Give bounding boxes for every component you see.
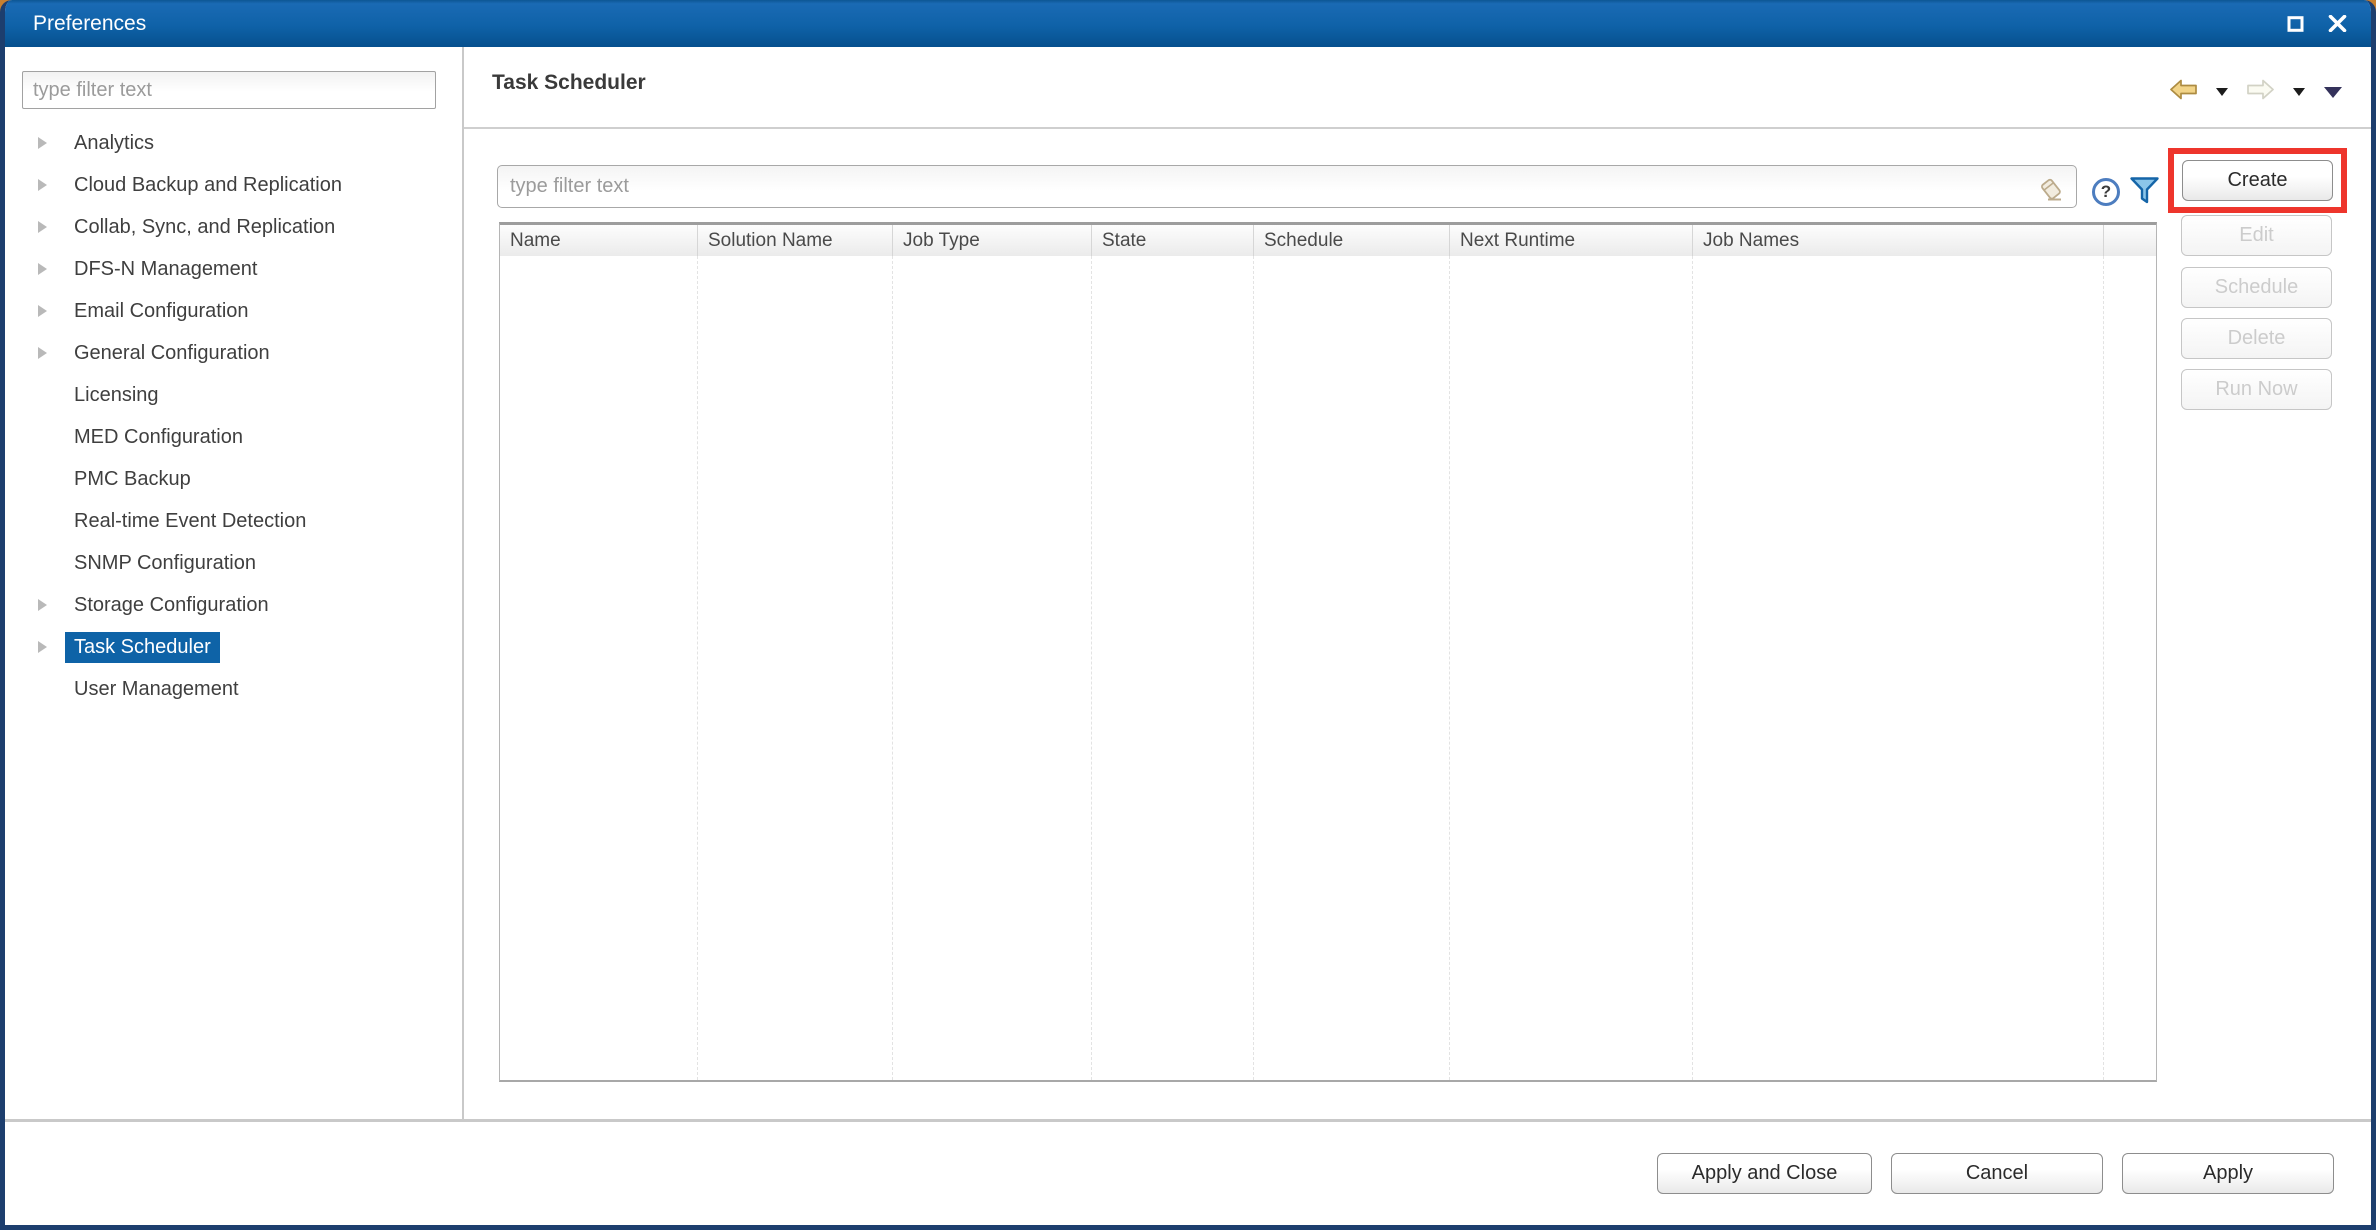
apply-and-close-button[interactable]: Apply and Close xyxy=(1657,1153,1872,1194)
close-icon[interactable] xyxy=(2328,15,2347,32)
back-history-dropdown-icon[interactable] xyxy=(2216,88,2228,96)
edit-button[interactable]: Edit xyxy=(2181,215,2332,256)
column-header-job-names[interactable]: Job Names xyxy=(1693,225,2104,256)
sidebar-item-licensing[interactable]: Licensing xyxy=(5,374,462,416)
expand-arrow-icon[interactable] xyxy=(38,641,47,653)
delete-button[interactable]: Delete xyxy=(2181,318,2332,359)
expand-arrow-icon[interactable] xyxy=(38,599,47,611)
create-button[interactable]: Create xyxy=(2182,160,2333,201)
preferences-tree: Analytics Cloud Backup and Replication C… xyxy=(5,122,462,710)
sidebar-item-snmp-configuration[interactable]: SNMP Configuration xyxy=(5,542,462,584)
sidebar: Analytics Cloud Backup and Replication C… xyxy=(5,47,462,1119)
run-now-button[interactable]: Run Now xyxy=(2181,369,2332,410)
column-header-state[interactable]: State xyxy=(1092,225,1254,256)
column-header-solution-name[interactable]: Solution Name xyxy=(698,225,893,256)
schedule-button[interactable]: Schedule xyxy=(2181,267,2332,308)
forward-arrow-icon[interactable] xyxy=(2247,79,2274,105)
sidebar-item-storage-configuration[interactable]: Storage Configuration xyxy=(5,584,462,626)
column-header-next-runtime[interactable]: Next Runtime xyxy=(1450,225,1693,256)
sidebar-item-collab-sync-and-replication[interactable]: Collab, Sync, and Replication xyxy=(5,206,462,248)
window-controls xyxy=(2287,15,2347,32)
expand-arrow-icon[interactable] xyxy=(38,137,47,149)
filter-funnel-icon[interactable] xyxy=(2129,176,2160,210)
expand-arrow-icon[interactable] xyxy=(38,263,47,275)
cancel-button[interactable]: Cancel xyxy=(1891,1153,2103,1194)
sidebar-item-general-configuration[interactable]: General Configuration xyxy=(5,332,462,374)
column-header-spacer xyxy=(2104,225,2156,256)
page-title: Task Scheduler xyxy=(492,71,646,95)
apply-button[interactable]: Apply xyxy=(2122,1153,2334,1194)
sidebar-filter-input[interactable] xyxy=(22,71,436,109)
sidebar-item-cloud-backup-and-replication[interactable]: Cloud Backup and Replication xyxy=(5,164,462,206)
window-title: Preferences xyxy=(33,12,146,36)
forward-history-dropdown-icon[interactable] xyxy=(2293,88,2305,96)
table-body-empty[interactable] xyxy=(500,256,2156,1080)
header-navigation xyxy=(2170,79,2342,105)
column-header-job-type[interactable]: Job Type xyxy=(893,225,1092,256)
sidebar-item-pmc-backup[interactable]: PMC Backup xyxy=(5,458,462,500)
task-filter-input[interactable] xyxy=(497,165,2077,208)
sidebar-item-user-management[interactable]: User Management xyxy=(5,668,462,710)
sidebar-item-task-scheduler[interactable]: Task Scheduler xyxy=(5,626,462,668)
column-header-name[interactable]: Name xyxy=(500,225,698,256)
header-divider xyxy=(464,127,2371,129)
expand-arrow-icon[interactable] xyxy=(38,179,47,191)
clear-filter-eraser-icon[interactable] xyxy=(2034,172,2066,209)
dialog-footer: Apply and Close Cancel Apply xyxy=(5,1122,2371,1225)
preferences-dialog: Preferences Analytics Cloud Backup and R xyxy=(0,0,2376,1230)
view-menu-icon[interactable] xyxy=(2324,87,2342,98)
create-button-highlight: Create xyxy=(2168,148,2347,213)
sidebar-item-analytics[interactable]: Analytics xyxy=(5,122,462,164)
column-header-schedule[interactable]: Schedule xyxy=(1254,225,1450,256)
help-icon[interactable]: ? xyxy=(2092,178,2120,206)
title-bar: Preferences xyxy=(5,0,2371,47)
task-scheduler-panel: Task Scheduler xyxy=(464,47,2371,1119)
expand-arrow-icon[interactable] xyxy=(38,221,47,233)
sidebar-item-dfs-n-management[interactable]: DFS-N Management xyxy=(5,248,462,290)
tasks-table: Name Solution Name Job Type State Schedu… xyxy=(499,222,2157,1082)
expand-arrow-icon[interactable] xyxy=(38,305,47,317)
dialog-body: Analytics Cloud Backup and Replication C… xyxy=(5,47,2371,1119)
sidebar-item-real-time-event-detection[interactable]: Real-time Event Detection xyxy=(5,500,462,542)
back-arrow-icon[interactable] xyxy=(2170,79,2197,105)
expand-arrow-icon[interactable] xyxy=(38,347,47,359)
sidebar-item-email-configuration[interactable]: Email Configuration xyxy=(5,290,462,332)
table-header-row: Name Solution Name Job Type State Schedu… xyxy=(500,225,2156,256)
maximize-icon[interactable] xyxy=(2287,16,2304,32)
sidebar-item-med-configuration[interactable]: MED Configuration xyxy=(5,416,462,458)
